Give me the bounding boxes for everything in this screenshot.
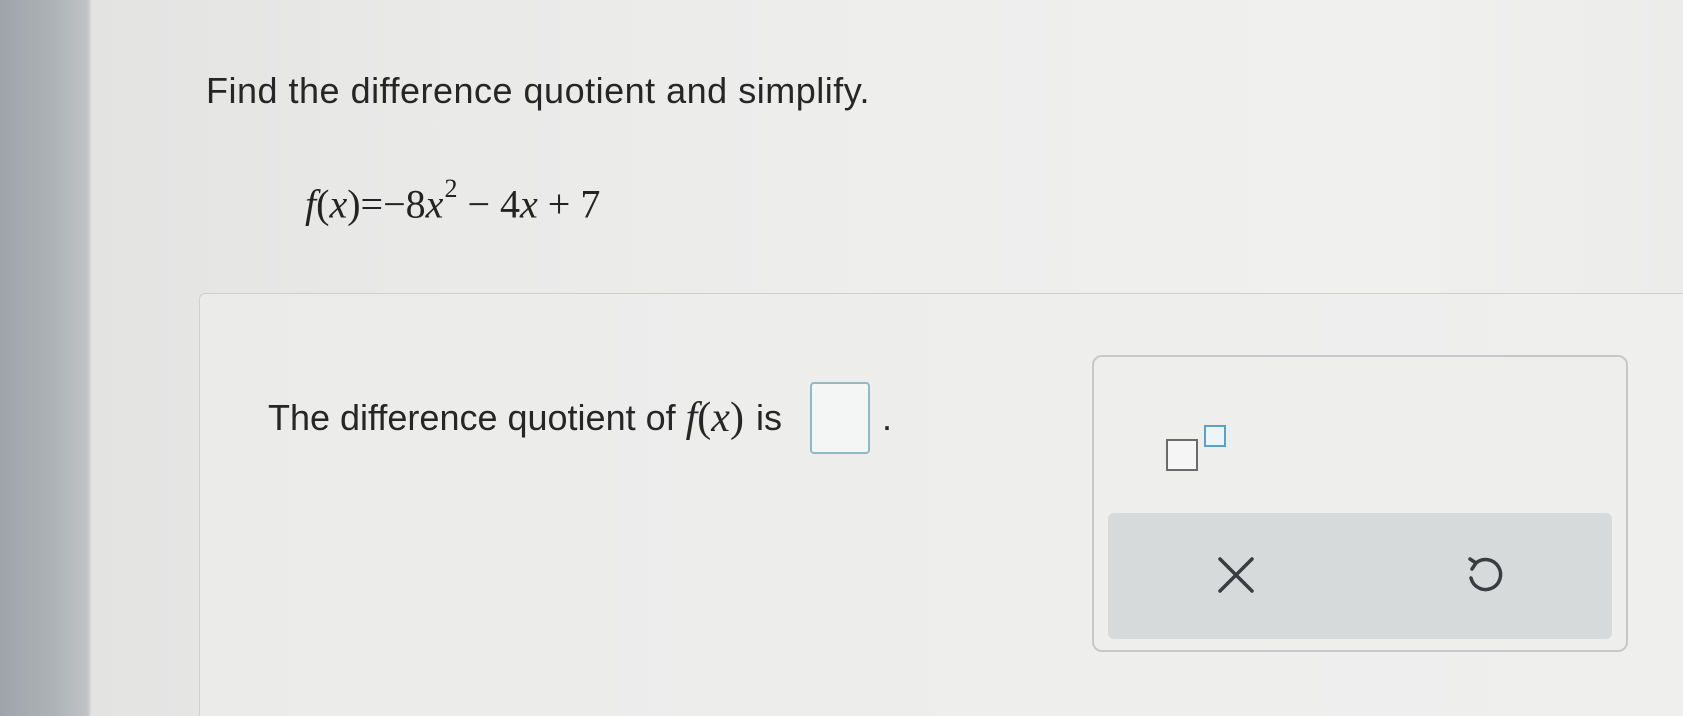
term-two-coefficient: − 4 (457, 181, 520, 227)
answer-prompt: The difference quotient of f(x) is . (268, 382, 892, 454)
term-one-variable: x (425, 181, 444, 227)
function-definition: f(x)=−8x2 − 4x + 7 (305, 174, 601, 227)
prompt-function: f(x) (686, 394, 744, 442)
prompt-open-paren: ( (697, 395, 712, 441)
term-two-variable: x (520, 181, 538, 227)
prompt-function-variable: x (711, 395, 730, 441)
undo-icon (1468, 557, 1503, 592)
prompt-close-paren: ) (729, 395, 744, 441)
prompt-period: . (881, 397, 892, 438)
exponent-power-box (1204, 425, 1226, 447)
term-three-constant: + 7 (537, 181, 601, 227)
math-toolbox (1092, 355, 1628, 652)
question-instruction: Find the difference quotient and simplif… (206, 70, 871, 111)
function-name: f (305, 181, 317, 227)
answer-input[interactable] (809, 382, 870, 454)
prompt-text-after: is (755, 397, 782, 438)
exponent-template-button[interactable] (1156, 417, 1236, 481)
function-open-paren: ( (316, 181, 330, 227)
screen-edge (0, 0, 90, 716)
function-close-paren: ) (347, 181, 361, 227)
undo-button[interactable] (1452, 543, 1516, 607)
clear-button[interactable] (1204, 543, 1268, 607)
equals-sign: = (360, 181, 384, 227)
exponent-base-box (1166, 439, 1198, 471)
prompt-function-name: f (685, 395, 698, 441)
term-one-coefficient: −8 (383, 181, 426, 227)
exponent: 2 (444, 174, 458, 203)
prompt-text-before: The difference quotient of (268, 397, 676, 438)
toolbox-action-bar (1108, 513, 1612, 639)
close-icon (1218, 557, 1254, 593)
function-variable: x (329, 181, 348, 227)
